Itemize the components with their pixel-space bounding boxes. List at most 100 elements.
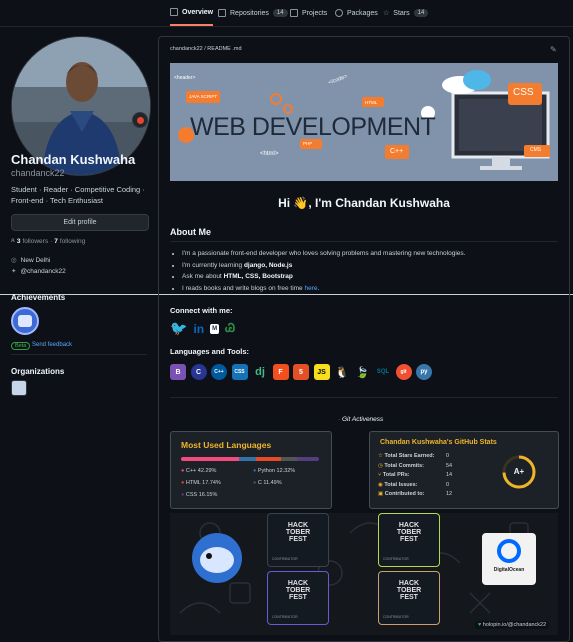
clock-icon: ◷ — [378, 462, 383, 469]
digitalocean-badge[interactable]: DigitalOcean — [482, 533, 536, 585]
edit-pencil-icon[interactable]: ✎ — [550, 45, 557, 54]
holopin-link[interactable]: ♥ holopin.io/@chandanck22 — [475, 621, 550, 629]
mongodb-icon[interactable]: 🍃 — [354, 364, 371, 380]
divider — [170, 397, 558, 398]
greeting-heading: Hi 👋, I'm Chandan Kushwaha — [278, 196, 450, 210]
profile-tabs: Overview Repositories 14 Projects Packag… — [0, 0, 573, 27]
stats-card-title: Chandan Kushwaha's GitHub Stats — [380, 439, 497, 446]
holopin-board[interactable]: HACK TOBER FEST CONTRIBUTOR HACK TOBER FEST … — [170, 513, 558, 635]
location-icon: ◎ — [11, 257, 17, 264]
language-bar-segment — [239, 457, 257, 461]
issue-icon: ◉ — [378, 481, 383, 488]
geeksforgeeks-icon[interactable]: Ꮚ — [225, 321, 235, 336]
linux-icon[interactable]: 🐧 — [334, 364, 350, 380]
language-bar-segment — [256, 457, 281, 461]
languages-card-title: Most Used Languages — [181, 440, 272, 450]
holopin-icon: ♥ — [478, 622, 482, 628]
tab-packages[interactable]: Packages — [335, 0, 378, 26]
achievements-title[interactable]: Achievements — [11, 293, 65, 302]
readme-path: chandanck22 / README .md — [170, 46, 242, 52]
connect-heading: Connect with me: — [170, 306, 233, 315]
tab-repositories[interactable]: Repositories 14 — [218, 0, 288, 26]
location: ◎ New Delhi — [11, 256, 51, 265]
social-links: 🐦 in M Ꮚ — [170, 320, 235, 337]
stat-row: ▣ Contributed to: 12 — [378, 491, 453, 497]
profile-username: chandanck22 — [11, 168, 65, 178]
python-icon[interactable]: py — [416, 364, 432, 380]
repo-icon: ▣ — [378, 491, 384, 497]
divider — [11, 354, 147, 355]
cplusplus-icon[interactable]: C++ — [211, 364, 227, 380]
django-icon[interactable]: dj — [252, 364, 268, 380]
about-me-heading: About Me — [170, 227, 211, 237]
status-emoji-icon[interactable] — [132, 112, 148, 128]
list-item: I reads books and write blogs on free ti… — [182, 283, 562, 295]
language-bar-segment — [280, 457, 297, 461]
stat-row: ⑂ Total PRs: 14 — [378, 472, 453, 478]
pull-request-icon: ⑂ — [378, 472, 382, 478]
repo-icon — [218, 9, 226, 17]
star-icon: ☆ — [378, 453, 383, 459]
tab-projects[interactable]: Projects — [290, 0, 327, 26]
package-icon — [335, 9, 343, 17]
edit-profile-button[interactable]: Edit profile — [11, 214, 149, 231]
table-icon — [290, 9, 298, 17]
list-item: I'm currently learning django, Node.js — [182, 260, 562, 272]
css3-icon[interactable]: CSS — [231, 364, 248, 380]
tools-icons: B C C++ CSS dj F 5 JS 🐧 🍃 SQL git py — [170, 364, 432, 380]
language-bar-segment — [296, 457, 319, 461]
tab-overview[interactable]: Overview — [170, 0, 214, 26]
tab-stars[interactable]: ☆ Stars 14 — [383, 0, 429, 26]
repositories-count: 14 — [272, 9, 288, 17]
hacktoberfest-badge[interactable]: HACK TOBER FEST CONTRIBUTOR — [378, 513, 440, 567]
javascript-icon[interactable]: JS — [313, 364, 330, 380]
people-icon: ጸ — [11, 237, 15, 244]
profile-bio: Student · Reader · Competitive Coding · … — [11, 185, 145, 205]
blog-link[interactable]: here — [304, 285, 317, 292]
language-bar-segment — [181, 457, 240, 461]
twitter-icon: ✦ — [11, 268, 17, 275]
organization-avatar[interactable] — [11, 380, 27, 396]
figma-icon[interactable]: F — [272, 364, 289, 380]
follow-stats: ጸ 3 followers · 7 following — [11, 237, 86, 245]
book-icon — [170, 8, 178, 16]
html5-icon[interactable]: 5 — [293, 364, 309, 380]
git-activeness-heading: · Git Activeness — [338, 416, 384, 423]
tools-heading: Languages and Tools: — [170, 347, 250, 356]
language-item-python: ● Python 12.32% — [253, 468, 296, 474]
language-item-html: ● HTML 17.74% — [181, 480, 221, 486]
hacktoberfest-badge[interactable]: HACK TOBER FEST CONTRIBUTOR — [378, 571, 440, 625]
stat-row: ◷ Total Commits: 54 — [378, 462, 453, 469]
about-list: I'm a passionate front-end developer who… — [170, 248, 562, 294]
language-item-css: ● CSS 16.15% — [181, 492, 218, 498]
star-icon: ☆ — [383, 10, 390, 17]
divider — [170, 241, 558, 242]
grade-text: A+ — [513, 467, 525, 476]
github-stats-card: Chandan Kushwaha's GitHub Stats ☆ Total … — [369, 431, 559, 509]
git-icon[interactable]: git — [395, 364, 412, 380]
following-link[interactable]: 7 — [54, 238, 58, 245]
web-development-banner: <header> JAVA SCRIPT </code> HTML CSS PH… — [170, 63, 558, 181]
hacktoberfest-badge[interactable]: HACK TOBER FEST CONTRIBUTOR — [267, 571, 329, 625]
stars-count: 14 — [413, 9, 429, 17]
send-feedback-link[interactable]: Send feedback — [32, 342, 72, 348]
hacktoberfest-mascot-icon — [192, 533, 242, 583]
followers-link[interactable]: 3 — [17, 238, 21, 245]
beta-label: Beta — [11, 342, 31, 350]
linkedin-icon[interactable]: in — [193, 322, 204, 336]
hashnode-icon[interactable]: M — [210, 323, 220, 334]
bootstrap-icon[interactable]: B — [170, 364, 186, 380]
twitter-link[interactable]: ✦ @chandanck22 — [11, 267, 66, 276]
c-icon[interactable]: C — [190, 364, 207, 380]
stats-list: ☆ Total Stars Earned: 0 ◷ Total Commits: 5… — [378, 452, 453, 500]
mysql-icon[interactable]: SQL — [375, 364, 391, 380]
list-item: Ask me about HTML, CSS, Bootstrap — [182, 271, 562, 283]
languages-bar — [181, 457, 319, 461]
organizations-title: Organizations — [11, 367, 65, 376]
banner-title: WEB DEVELOPMENT — [190, 113, 436, 141]
twitter-icon[interactable]: 🐦 — [170, 320, 187, 337]
achievement-badge-icon[interactable] — [11, 307, 39, 335]
stat-row: ☆ Total Stars Earned: 0 — [378, 453, 450, 459]
hacktoberfest-badge[interactable]: HACK TOBER FEST CONTRIBUTOR — [267, 513, 329, 567]
stat-row: ◉ Total Issues: 0 — [378, 481, 450, 488]
